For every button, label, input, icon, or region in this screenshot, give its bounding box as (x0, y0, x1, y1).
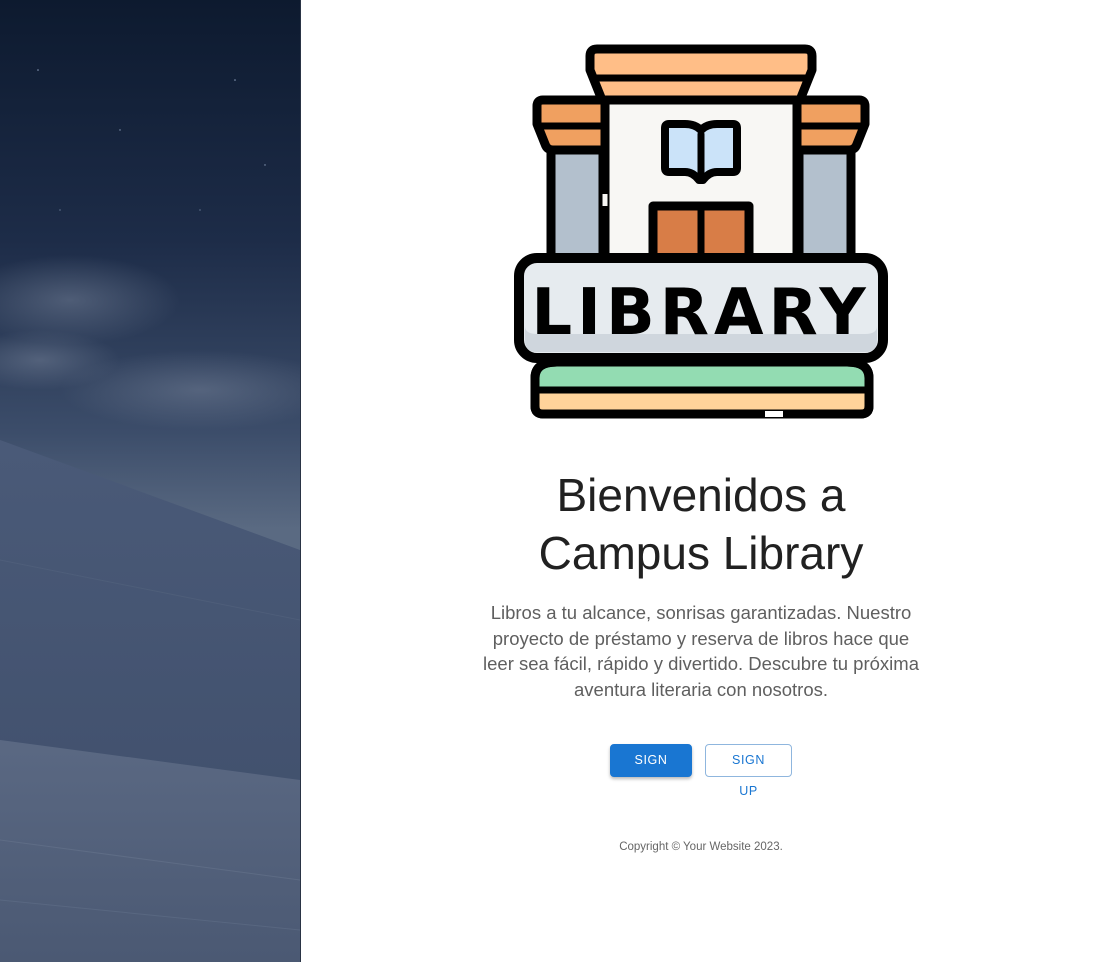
hero-description: Libros a tu alcance, sonrisas garantizad… (483, 602, 919, 700)
library-building-icon: LIBRARY (514, 44, 888, 419)
night-desert-dunes-image (0, 0, 300, 962)
auth-actions: SIGN INSIGN UP (301, 744, 1101, 798)
side-background-image (0, 0, 301, 962)
copyright-text: Copyright © Your Website 2023. (619, 841, 783, 853)
sign-in-button[interactable]: SIGN IN (610, 744, 692, 798)
page-title: Bienvenidos a Campus Library (451, 466, 951, 582)
library-sign-text: LIBRARY (531, 276, 870, 350)
page-title-line-2: Campus Library (538, 527, 864, 579)
main-content: LIBRARY Bienvenidos a Campus Library Lib… (301, 0, 1101, 962)
sign-up-button[interactable]: SIGN UP (705, 744, 792, 798)
landing-page: LIBRARY Bienvenidos a Campus Library Lib… (0, 0, 1101, 962)
page-title-line-1: Bienvenidos a (556, 469, 846, 521)
